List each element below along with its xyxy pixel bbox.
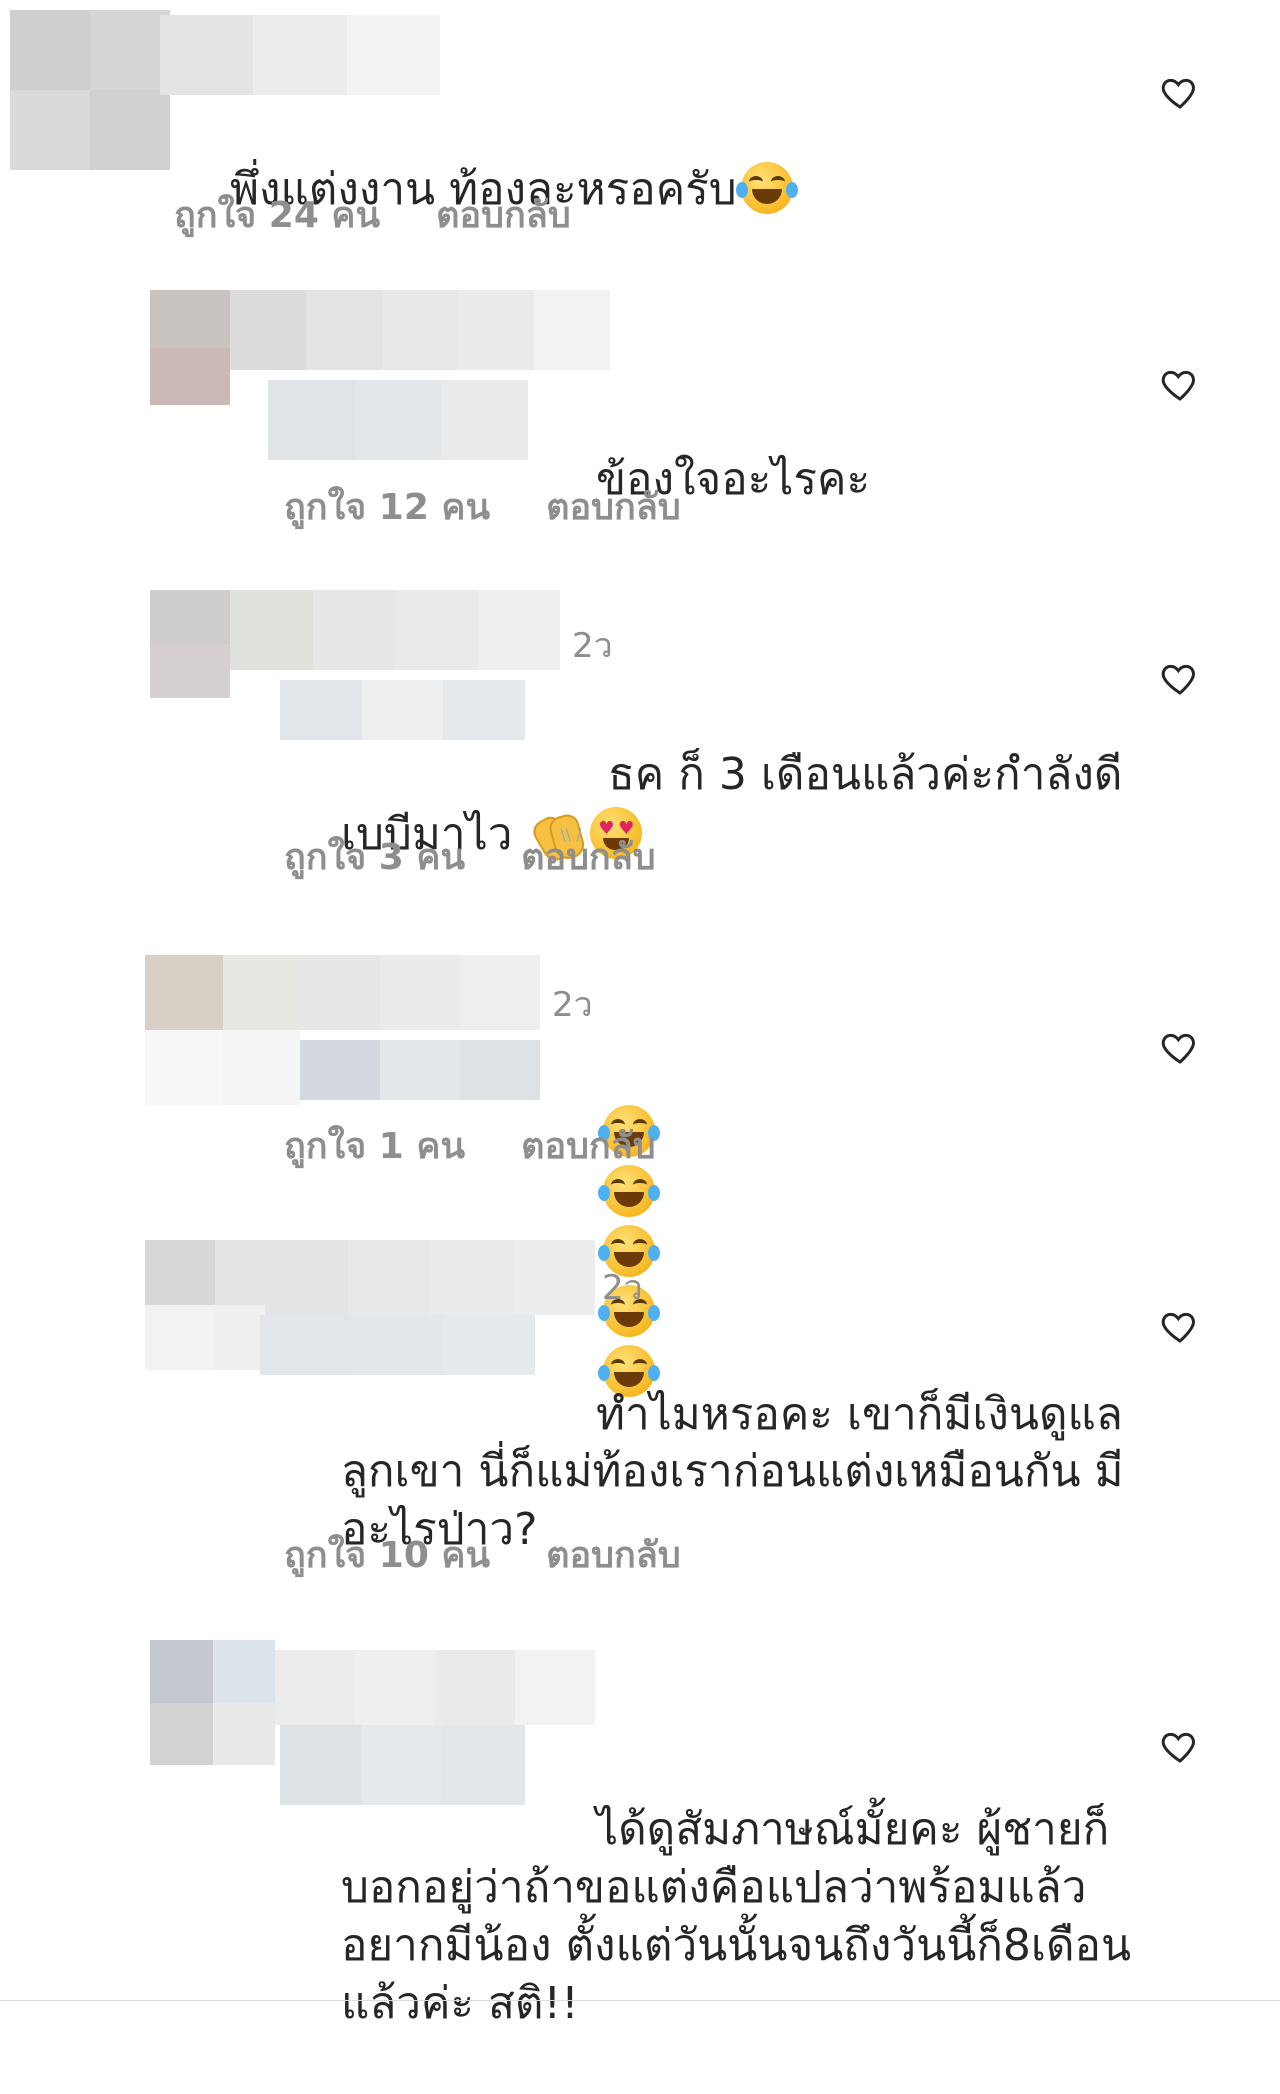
heart-outline-icon[interactable] <box>1160 1726 1200 1766</box>
blurred-mention <box>260 1315 535 1375</box>
like-count[interactable]: ถูกใจ 24 คน <box>174 186 380 243</box>
like-count[interactable]: ถูกใจ 12 คน <box>284 478 490 535</box>
blurred-avatar <box>150 290 230 405</box>
blurred-mention <box>268 380 528 460</box>
blurred-username <box>230 590 560 670</box>
comment-2: ข้องใจอะไรคะ ถูกใจ 12 คน ตอบกลับ <box>0 290 1280 550</box>
blurred-username <box>265 1240 595 1315</box>
blurred-username <box>275 1650 595 1725</box>
comment-text-line-4: แล้วค่ะ สติ!! <box>340 1978 579 2029</box>
comment-time: 2ว <box>552 985 593 1025</box>
blurred-avatar <box>10 10 170 170</box>
heart-outline-icon[interactable] <box>1160 1306 1200 1346</box>
comment-5: 2ว ทำไมหรอคะ เขาก็มีเงินดูแล ลูกเขา นี่ก… <box>0 1240 1280 1610</box>
comment-6: ได้ดูสัมภาษณ์มั้ยคะ ผู้ชายก็ บอกอยู่ว่าถ… <box>0 1640 1280 2029</box>
like-count[interactable]: ถูกใจ 10 คน <box>284 1526 490 1583</box>
blurred-avatar <box>150 590 230 698</box>
like-count[interactable]: ถูกใจ 1 คน <box>284 1117 465 1174</box>
heart-outline-icon[interactable] <box>1160 1027 1200 1067</box>
comment-time: 2ว <box>572 626 613 666</box>
comment-meta: ถูกใจ 10 คน ตอบกลับ <box>284 1526 681 1583</box>
reply-button[interactable]: ตอบกลับ <box>521 828 656 885</box>
heart-outline-icon[interactable] <box>1160 658 1200 698</box>
heart-outline-icon[interactable] <box>1160 72 1200 112</box>
blurred-username <box>230 290 610 370</box>
like-count[interactable]: ถูกใจ 3 คน <box>284 828 465 885</box>
face-with-tears-of-joy-icon <box>735 162 798 214</box>
comment-1: พึ่งแต่งงาน ท้องละหรอครับ ถูกใจ 24 คน ตอ… <box>0 0 1280 260</box>
heart-outline-icon[interactable] <box>1160 364 1200 404</box>
blurred-mention <box>280 1725 525 1805</box>
reply-button[interactable]: ตอบกลับ <box>546 1526 681 1583</box>
blurred-mention <box>300 1040 540 1100</box>
blurred-mention <box>280 680 525 740</box>
comment-time: 2ว <box>602 1268 643 1308</box>
comment-meta: ถูกใจ 12 คน ตอบกลับ <box>284 478 681 535</box>
reply-button[interactable]: ตอบกลับ <box>521 1117 656 1174</box>
comment-meta: ถูกใจ 3 คน ตอบกลับ <box>284 828 656 885</box>
blurred-username <box>160 15 440 95</box>
blurred-avatar <box>150 1640 275 1765</box>
reply-button[interactable]: ตอบกลับ <box>436 186 571 243</box>
comment-meta: ถูกใจ 24 คน ตอบกลับ <box>174 186 571 243</box>
blurred-avatar <box>145 955 300 1105</box>
comment-3: 2ว ธค ก็ 3 เดือนแล้วค่ะกำลังดี เบบีมาไว \… <box>0 590 1280 900</box>
blurred-username <box>300 955 540 1030</box>
comment-4: 2ว ถูกใจ 1 คน ตอบกลับ <box>0 955 1280 1397</box>
comment-meta: ถูกใจ 1 คน ตอบกลับ <box>284 1117 656 1174</box>
divider <box>0 2000 1280 2001</box>
reply-button[interactable]: ตอบกลับ <box>546 478 681 535</box>
